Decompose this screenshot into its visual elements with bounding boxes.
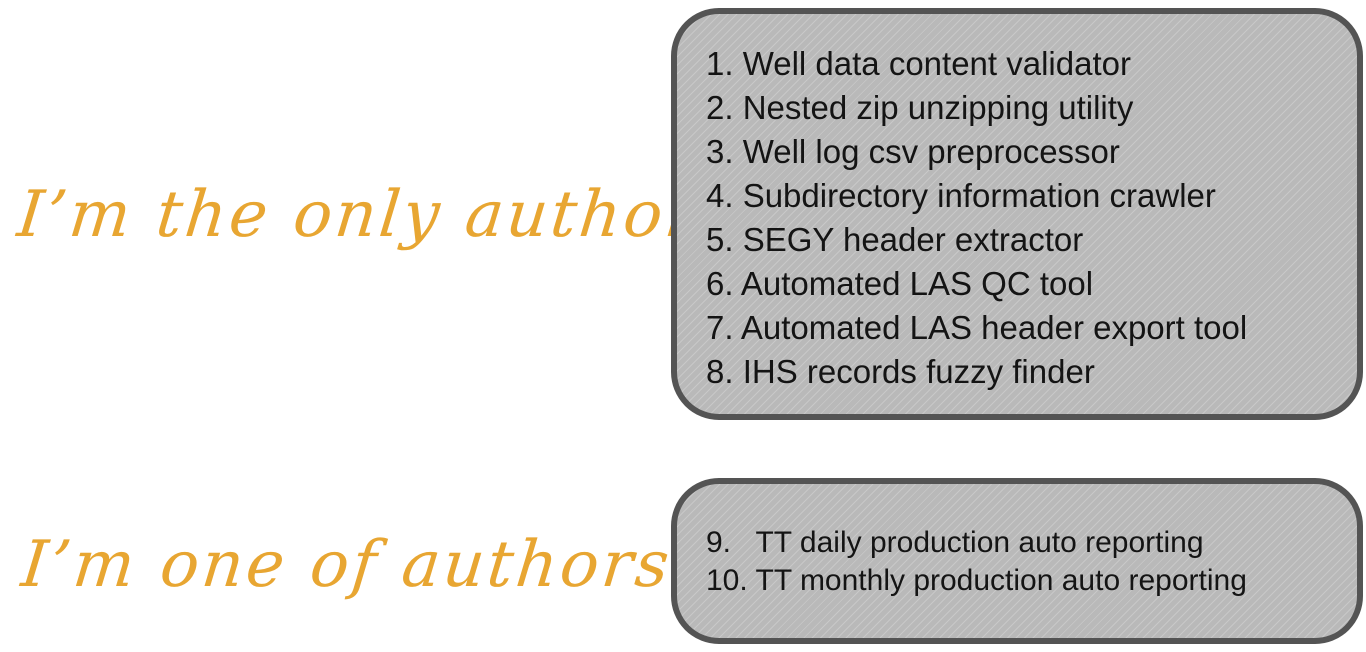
list-item: 1. Well data content validator [706, 45, 1131, 82]
list-item: 4. Subdirectory information crawler [706, 177, 1216, 214]
list-item: 10. TT monthly production auto reporting [706, 564, 1247, 597]
list-item: 8. IHS records fuzzy finder [706, 353, 1095, 390]
list-item: 6. Automated LAS QC tool [706, 265, 1094, 302]
list-item: 7. Automated LAS header export tool [706, 309, 1248, 346]
solo-projects-list: 1. Well data content validator 2. Nested… [706, 42, 1247, 394]
coauthor-projects-list: 9. TT daily production auto reporting 10… [706, 524, 1247, 600]
list-item: 2. Nested zip unzipping utility [706, 89, 1134, 126]
one-of-authors-label: I’m one of authors [18, 528, 676, 602]
list-item: 5. SEGY header extractor [706, 221, 1084, 258]
slide: I’m the only author I’m one of authors 1… [0, 0, 1366, 652]
list-item: 3. Well log csv preprocessor [706, 133, 1120, 170]
only-author-label: I’m the only author [14, 178, 703, 252]
list-item: 9. TT daily production auto reporting [706, 526, 1204, 559]
